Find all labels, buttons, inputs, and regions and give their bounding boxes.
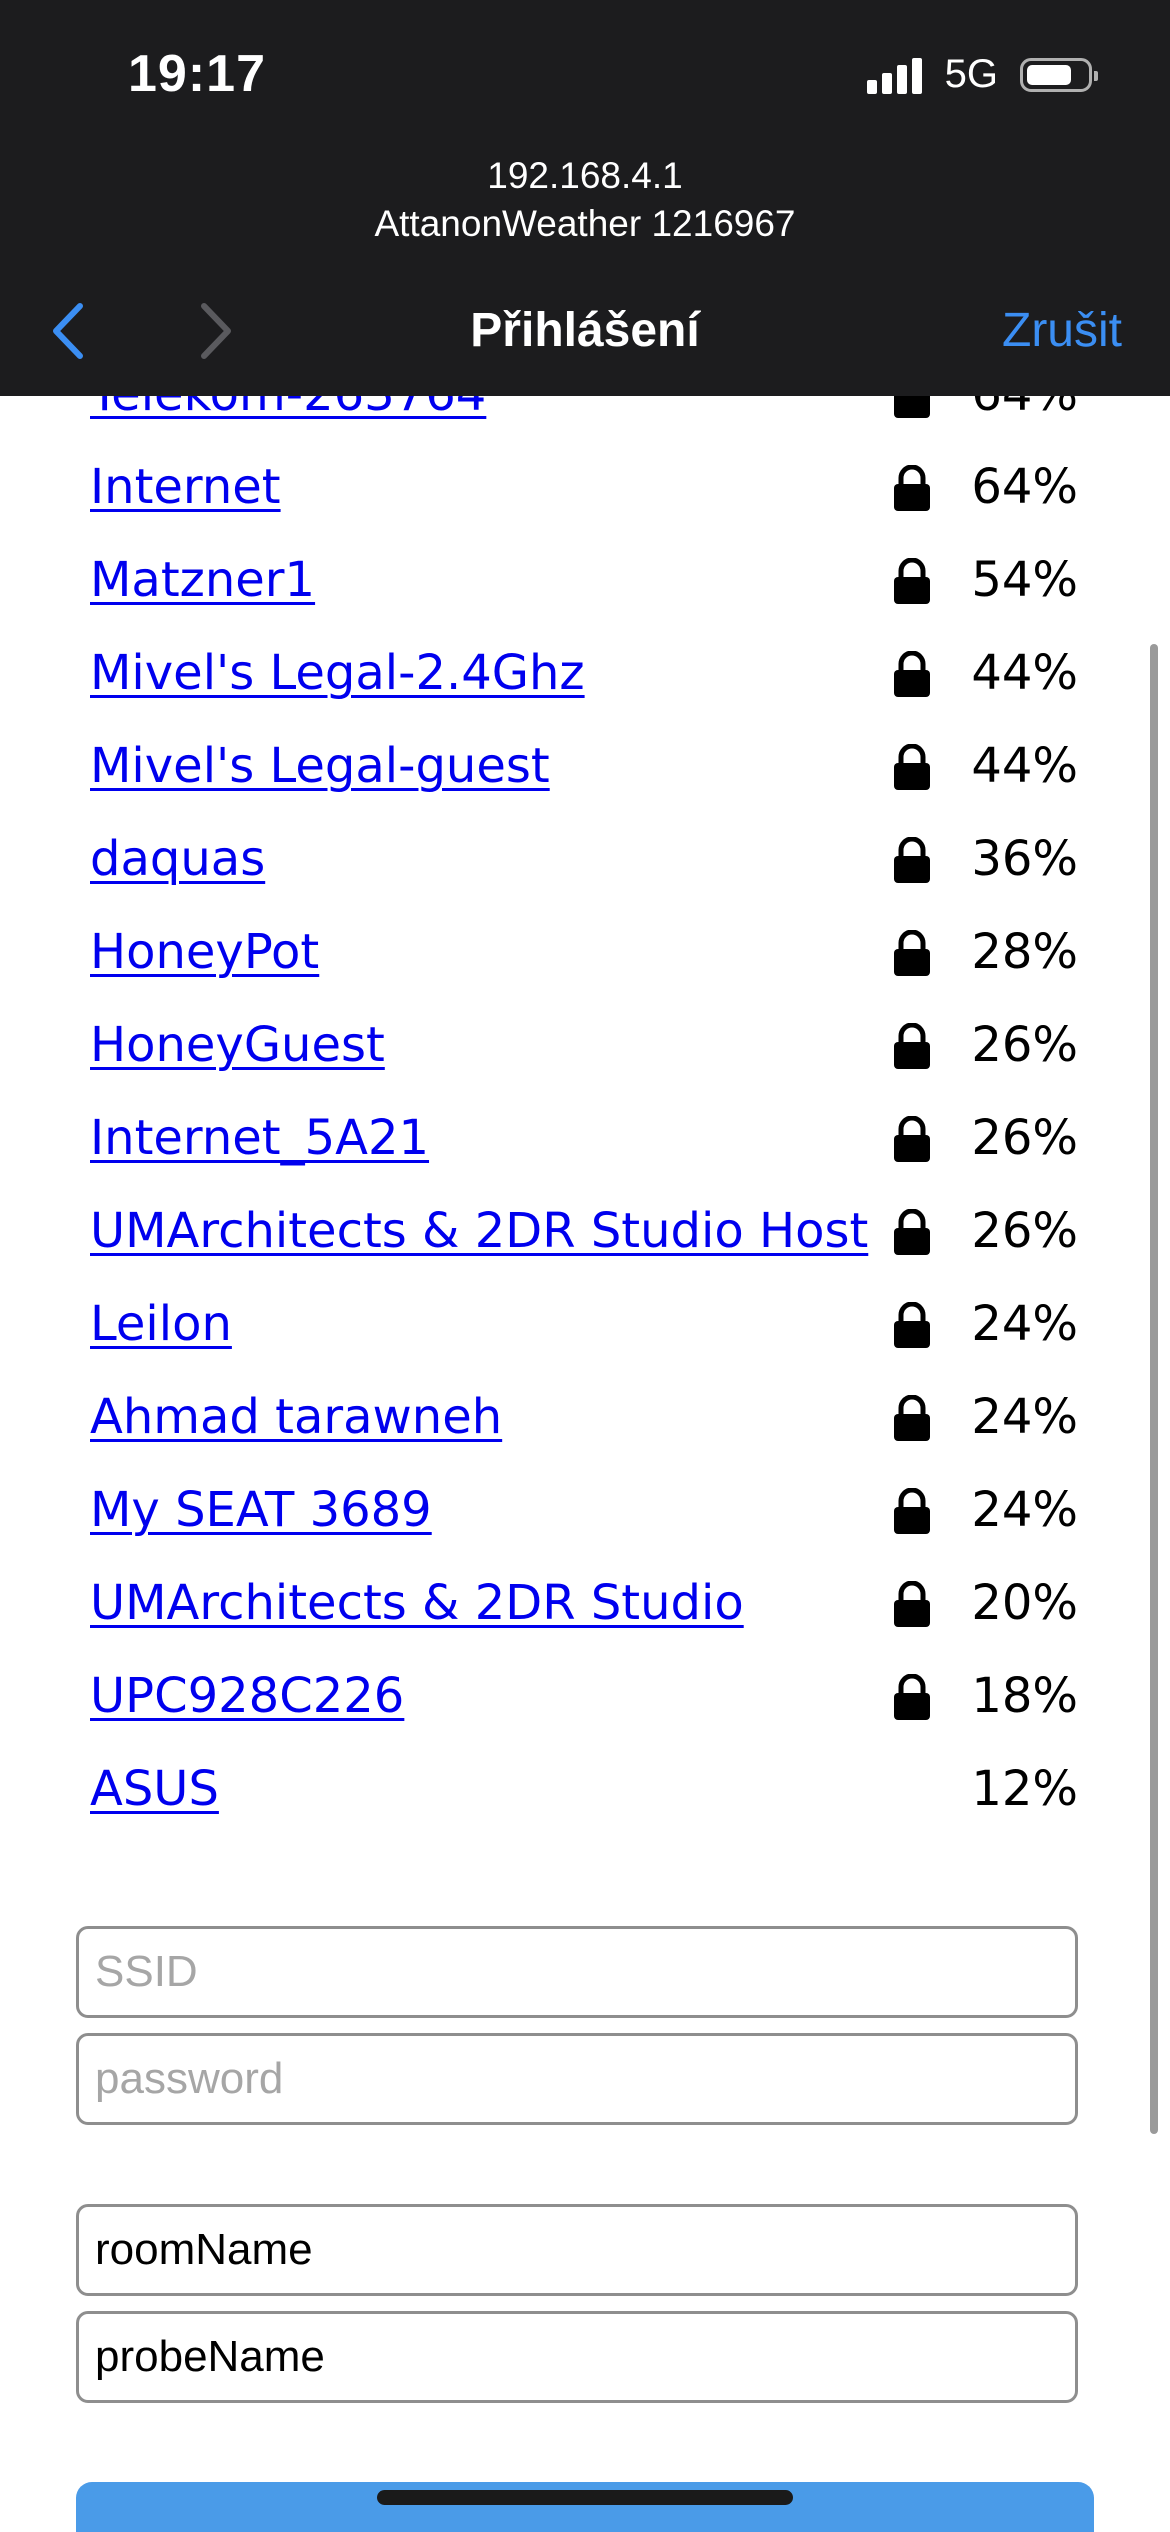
network-link[interactable]: Mivel's Legal-guest <box>90 736 550 796</box>
network-row: Internet 64% <box>0 441 1170 534</box>
lock-icon <box>894 1674 930 1720</box>
network-signal-strength: 54% <box>971 552 1078 608</box>
network-row: Internet_5A21 26% <box>0 1092 1170 1185</box>
lock-icon <box>894 1302 930 1348</box>
network-link[interactable]: UPC928C226 <box>90 1666 404 1726</box>
battery-level <box>1027 64 1071 85</box>
network-row: Matzner1 54% <box>0 534 1170 627</box>
network-link[interactable]: Internet <box>90 457 281 517</box>
cellular-signal-icon <box>866 56 927 94</box>
network-signal-strength: 28% <box>971 924 1078 980</box>
network-type: 5G <box>944 52 998 96</box>
page-subtitle: AttanonWeather 1216967 <box>374 203 796 244</box>
network-signal-strength: 24% <box>971 1389 1078 1445</box>
network-row: UMArchitects & 2DR Studio Host 26% <box>0 1185 1170 1278</box>
network-signal-strength: 44% <box>971 738 1078 794</box>
lock-icon <box>894 837 930 883</box>
lock-icon <box>894 651 930 697</box>
status-indicators: 5G <box>866 52 1098 97</box>
network-signal-strength: 44% <box>971 645 1078 701</box>
network-signal-strength: 26% <box>971 1203 1078 1259</box>
lock-icon <box>894 396 930 418</box>
lock-icon <box>894 1581 930 1627</box>
lock-icon <box>894 1209 930 1255</box>
network-signal-strength: 26% <box>971 1110 1078 1166</box>
network-signal-strength: 24% <box>971 1482 1078 1538</box>
battery-icon <box>1020 57 1098 92</box>
network-row: UPC928C226 18% <box>0 1650 1170 1743</box>
network-link[interactable]: Telekom-263764 <box>90 396 486 424</box>
lock-icon <box>894 465 930 511</box>
lock-icon <box>894 1116 930 1162</box>
network-signal-strength: 64% <box>971 396 1078 424</box>
back-button[interactable] <box>42 296 98 366</box>
network-link[interactable]: Matzner1 <box>90 550 315 610</box>
room-name-input[interactable] <box>76 2204 1078 2296</box>
page-url: 192.168.4.1 <box>487 155 683 196</box>
probe-name-input[interactable] <box>76 2311 1078 2403</box>
network-row: My SEAT 3689 24% <box>0 1464 1170 1557</box>
cancel-button[interactable]: Zrušit <box>1002 300 1122 362</box>
network-row: HoneyGuest 26% <box>0 999 1170 1092</box>
network-link[interactable]: Internet_5A21 <box>90 1108 429 1168</box>
lock-icon <box>894 1395 930 1441</box>
password-input[interactable] <box>76 2033 1078 2125</box>
ssid-input[interactable] <box>76 1926 1078 2018</box>
network-signal-strength: 64% <box>971 459 1078 515</box>
network-row: ASUS 12% <box>0 1743 1170 1836</box>
lock-icon <box>894 1023 930 1069</box>
browser-header: 19:17 5G 192.168.4.1 AttanonWeather 1216… <box>0 0 1170 396</box>
network-row: UMArchitects & 2DR Studio 20% <box>0 1557 1170 1650</box>
network-link[interactable]: ASUS <box>90 1759 219 1819</box>
nav-title: Přihlášení <box>470 304 700 357</box>
network-list: Telekom-26376464%Internet64%Matzner154%M… <box>0 396 1170 1836</box>
network-link[interactable]: My SEAT 3689 <box>90 1480 432 1540</box>
chevron-left-icon <box>53 303 83 359</box>
network-row: Ahmad tarawneh 24% <box>0 1371 1170 1464</box>
network-row: daquas 36% <box>0 813 1170 906</box>
network-signal-strength: 12% <box>971 1761 1078 1817</box>
lock-icon <box>894 1488 930 1534</box>
network-link[interactable]: Leilon <box>90 1294 232 1354</box>
network-row: HoneyPot 28% <box>0 906 1170 999</box>
network-link[interactable]: HoneyGuest <box>90 1015 385 1075</box>
network-signal-strength: 24% <box>971 1296 1078 1352</box>
network-link[interactable]: UMArchitects & 2DR Studio Host <box>90 1201 868 1261</box>
network-link[interactable]: Ahmad tarawneh <box>90 1387 502 1447</box>
network-link[interactable]: Mivel's Legal-2.4Ghz <box>90 643 585 703</box>
lock-icon <box>894 930 930 976</box>
network-signal-strength: 20% <box>971 1575 1078 1631</box>
status-time: 19:17 <box>128 45 266 103</box>
network-row: Mivel's Legal-guest 44% <box>0 720 1170 813</box>
network-link[interactable]: daquas <box>90 829 265 889</box>
forward-button[interactable] <box>186 296 242 366</box>
network-link[interactable]: UMArchitects & 2DR Studio <box>90 1573 744 1633</box>
network-row: Telekom-263764 64% <box>0 396 1170 441</box>
network-row: Mivel's Legal-2.4Ghz 44% <box>0 627 1170 720</box>
network-signal-strength: 18% <box>971 1668 1078 1724</box>
lock-icon <box>894 744 930 790</box>
page-content: Telekom-26376464%Internet64%Matzner154%M… <box>0 396 1170 2532</box>
home-indicator <box>377 2490 793 2505</box>
network-signal-strength: 26% <box>971 1017 1078 1073</box>
scrollbar[interactable] <box>1150 644 1158 2134</box>
network-link[interactable]: HoneyPot <box>90 922 319 982</box>
chevron-right-icon <box>201 303 231 359</box>
network-signal-strength: 36% <box>971 831 1078 887</box>
network-row: Leilon 24% <box>0 1278 1170 1371</box>
lock-icon <box>894 558 930 604</box>
